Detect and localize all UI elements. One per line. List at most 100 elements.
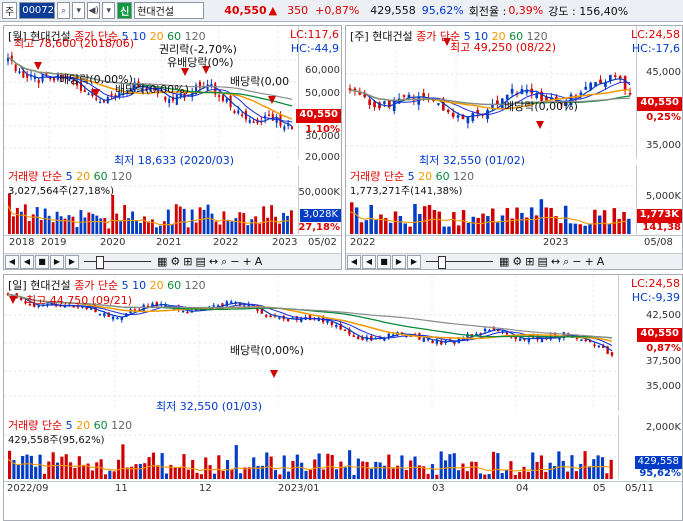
candle-body xyxy=(186,311,189,314)
grid-icon[interactable]: ▦ xyxy=(498,255,510,268)
volume-bar xyxy=(29,455,33,479)
volume-bar xyxy=(21,455,25,479)
volume-bar xyxy=(612,208,617,234)
candle-body xyxy=(471,113,475,121)
zoom-in-icon[interactable]: + xyxy=(584,255,595,268)
candle-body xyxy=(580,339,583,341)
weekly-chart-controls: ◀ ◀ ■ ▶ ▶ ▦ ⚙ ⊞ ▤ ↔ ⌕ − + A xyxy=(346,253,682,269)
zoom-in-icon[interactable]: + xyxy=(242,255,253,268)
zoom-out-icon[interactable]: − xyxy=(229,255,240,268)
volume-bar xyxy=(178,206,182,234)
grid-icon[interactable]: ▦ xyxy=(156,255,168,268)
stock-code-field[interactable]: 000720 xyxy=(19,2,60,19)
daily-percent-tag: 0,87% xyxy=(646,343,681,354)
next-icon[interactable]: ▶ xyxy=(50,254,64,269)
credit-label: 신 xyxy=(120,7,130,18)
price-change: 350 xyxy=(287,4,309,17)
candle-body xyxy=(383,101,386,104)
volume-bar xyxy=(374,461,378,479)
x-tick: 2022 xyxy=(350,237,376,248)
volume-bar xyxy=(526,471,530,479)
volume-bar xyxy=(246,225,250,234)
last-icon[interactable]: ▶ xyxy=(65,254,79,269)
weekly-price-tag: 40,550 xyxy=(637,97,682,111)
layout-icon[interactable]: ▤ xyxy=(537,255,549,268)
daily-volume-axis: 2,000K 429,558 95,62% xyxy=(618,415,682,479)
first-icon[interactable]: ◀ xyxy=(347,254,361,269)
candle-body xyxy=(265,315,268,317)
settings-icon[interactable]: ⚙ xyxy=(511,255,523,268)
stop-icon[interactable]: ■ xyxy=(35,254,49,269)
candle-body xyxy=(518,338,522,341)
x-tick: 2023 xyxy=(272,237,298,248)
ma-20-label: 20 xyxy=(149,279,164,292)
volume-bar xyxy=(139,223,142,234)
volume-bar xyxy=(103,217,107,234)
volume-bar xyxy=(239,473,243,479)
candle-body xyxy=(373,101,376,108)
speaker-icon[interactable]: ◀) xyxy=(87,2,101,19)
volume-bar xyxy=(173,467,177,479)
layout-icon[interactable]: ▤ xyxy=(195,255,207,268)
dividend-annotation: 배당락(0,00 xyxy=(230,75,290,88)
prev-icon[interactable]: ◀ xyxy=(20,254,34,269)
candle-body xyxy=(83,89,86,92)
volume-bar xyxy=(496,453,500,479)
auto-icon[interactable]: A xyxy=(254,255,264,268)
zoom-slider[interactable] xyxy=(84,256,151,269)
volume-bar xyxy=(162,221,166,234)
candle-body xyxy=(87,93,90,95)
volume-bar xyxy=(265,452,269,479)
next-icon[interactable]: ▶ xyxy=(392,254,406,269)
volume-bar xyxy=(513,474,517,479)
volume-bar xyxy=(35,207,39,234)
candle-body xyxy=(492,328,496,330)
volume-bar xyxy=(432,209,437,234)
volume-bar xyxy=(426,473,430,479)
monthly-chart-panel: LC:117,6 HC:-44,9 60,000 50,000 40,550 1… xyxy=(3,25,342,270)
settings-icon[interactable]: ⚙ xyxy=(169,255,181,268)
volume-bar xyxy=(154,227,158,234)
link-icon[interactable]: ↔ xyxy=(550,255,561,268)
volume-bar xyxy=(568,223,573,234)
x-tick: 05/02 xyxy=(308,237,337,248)
auto-icon[interactable]: A xyxy=(596,255,606,268)
volume-bar xyxy=(587,466,591,479)
volume-bar xyxy=(398,216,403,234)
zoom-slider[interactable] xyxy=(426,256,493,269)
stock-search-button[interactable]: ▾ xyxy=(72,2,86,19)
candle-body xyxy=(225,98,228,102)
link-icon[interactable]: ↔ xyxy=(208,255,219,268)
daily-high-annotation: 최고 44,750 (09/21) xyxy=(26,294,133,307)
volume-bar xyxy=(25,454,29,479)
prev-icon[interactable]: ◀ xyxy=(362,254,376,269)
volume-down-icon[interactable]: ▾ xyxy=(102,2,116,19)
candle-body xyxy=(402,95,406,97)
volume-bar xyxy=(107,228,111,234)
search-icon[interactable]: ⌕ xyxy=(57,2,71,19)
weekly-percent-tag: 0,25% xyxy=(646,112,681,123)
volume-ratio: 95,62% xyxy=(421,4,464,17)
search-icon[interactable]: ⌕ xyxy=(220,255,228,269)
zoom-out-icon[interactable]: − xyxy=(571,255,582,268)
ma-60-line xyxy=(349,89,631,106)
chart-icon[interactable]: ⊞ xyxy=(524,255,535,268)
stop-icon[interactable]: ■ xyxy=(377,254,391,269)
candle-body xyxy=(283,126,286,130)
volume-bar xyxy=(554,216,558,234)
volume-bar xyxy=(308,469,312,479)
candle-body xyxy=(422,93,426,97)
chart-icon[interactable]: ⊞ xyxy=(182,255,193,268)
volume-bar xyxy=(143,216,146,234)
candle-body xyxy=(330,322,334,325)
annotation-arrow-icon xyxy=(536,121,544,129)
volume-bar xyxy=(208,465,212,479)
volume-bar xyxy=(166,209,170,234)
search-icon[interactable]: ⌕ xyxy=(562,255,570,269)
credit-badge: 신 xyxy=(117,2,133,19)
market-select[interactable]: 주 xyxy=(2,2,18,19)
last-icon[interactable]: ▶ xyxy=(407,254,421,269)
x-tick: 2018 xyxy=(9,237,35,248)
first-icon[interactable]: ◀ xyxy=(5,254,19,269)
volume-bar xyxy=(300,462,304,479)
